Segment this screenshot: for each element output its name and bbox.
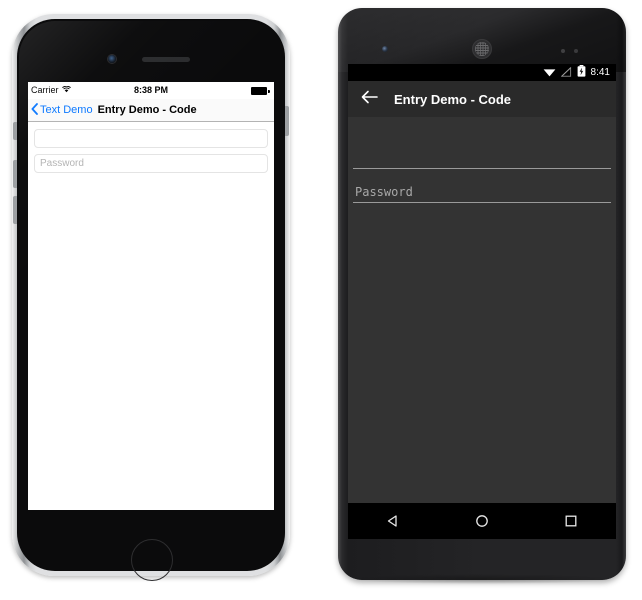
light-sensor-icon [574,49,578,53]
ios-content-area: Password [28,122,274,173]
iphone-screen: Carrier 8:38 PM Text Demo Entry Demo - C… [28,82,274,510]
volume-up-button[interactable] [13,160,17,188]
front-camera-icon [382,46,388,52]
signal-off-icon [560,64,572,82]
android-password-field-placeholder: Password [355,185,413,199]
recents-square-icon[interactable] [553,503,589,539]
android-nav-bar [348,503,616,539]
ios-page-title: Entry Demo - Code [97,104,197,116]
wifi-icon [543,64,556,82]
ios-status-time: 8:38 PM [133,85,168,95]
front-camera-icon [108,55,116,63]
android-content-area: Password [348,117,616,203]
android-entry-field[interactable] [353,139,611,169]
battery-charging-icon [577,64,586,82]
home-button[interactable] [131,539,173,581]
android-device: 8:41 Entry Demo - Code Password [336,8,628,586]
ring-silent-switch[interactable] [13,122,17,140]
android-status-bar: 8:41 [348,64,616,81]
power-button[interactable] [285,106,289,136]
ios-back-label: Text Demo [40,104,93,116]
battery-full-icon [251,87,270,95]
ios-back-button[interactable]: Text Demo [31,102,93,118]
ios-status-bar: Carrier 8:38 PM [28,82,274,99]
ios-password-field[interactable]: Password [34,154,268,173]
proximity-sensor-icon [561,49,565,53]
earpiece-speaker-icon [142,57,190,62]
home-circle-icon[interactable] [464,503,500,539]
back-triangle-icon[interactable] [375,503,411,539]
chevron-left-icon [31,102,38,118]
iphone-device: Carrier 8:38 PM Text Demo Entry Demo - C… [12,10,290,581]
ios-entry-field[interactable] [34,129,268,148]
ios-password-field-placeholder: Password [40,158,84,169]
android-app-bar: Entry Demo - Code [348,81,616,117]
android-status-time: 8:41 [590,67,610,78]
android-screen: 8:41 Entry Demo - Code Password [348,64,616,539]
volume-down-button[interactable] [13,196,17,224]
android-drop-shadow [350,574,614,584]
android-page-title: Entry Demo - Code [394,91,512,107]
arrow-left-icon[interactable] [361,90,378,109]
earpiece-speaker-icon [472,39,492,59]
ios-nav-bar: Text Demo Entry Demo - Code [28,99,274,122]
android-password-field[interactable]: Password [353,173,611,203]
